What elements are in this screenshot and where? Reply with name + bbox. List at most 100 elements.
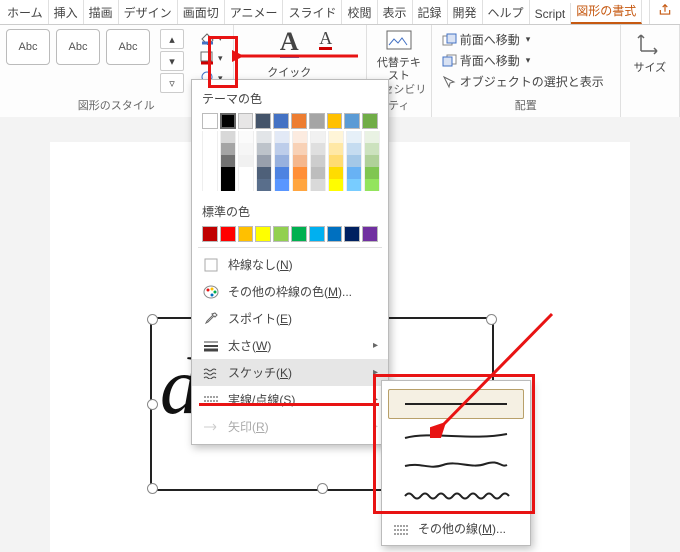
shade-swatch[interactable] <box>328 155 344 167</box>
text-outline-button[interactable]: A <box>319 29 332 50</box>
theme-swatch[interactable] <box>291 113 307 129</box>
theme-swatch[interactable] <box>309 113 325 129</box>
tab-review[interactable]: 校閲 <box>342 0 377 24</box>
tab-draw[interactable]: 描画 <box>84 0 119 24</box>
shade-swatch[interactable] <box>220 143 236 155</box>
shade-swatch[interactable] <box>256 167 272 179</box>
style-preset-2[interactable]: Abc <box>56 29 100 65</box>
shade-swatch[interactable] <box>238 155 254 167</box>
shade-swatch[interactable] <box>346 155 362 167</box>
tab-help[interactable]: ヘルプ <box>483 0 530 24</box>
shade-swatch[interactable] <box>274 143 290 155</box>
gallery-more-button[interactable]: ▿ <box>160 73 184 93</box>
sketch-option-curved[interactable] <box>388 421 524 449</box>
shape-outline-button[interactable]: ▾ <box>196 49 227 67</box>
shade-swatch[interactable] <box>202 131 218 143</box>
shade-swatch[interactable] <box>310 167 326 179</box>
shade-swatch[interactable] <box>256 179 272 191</box>
shade-swatch[interactable] <box>202 179 218 191</box>
shade-swatch[interactable] <box>346 167 362 179</box>
standard-swatch[interactable] <box>344 226 360 242</box>
shade-swatch[interactable] <box>256 143 272 155</box>
dashes-item[interactable]: 実線/点線(S)▸ <box>192 386 388 413</box>
standard-swatch[interactable] <box>291 226 307 242</box>
shade-swatch[interactable] <box>238 179 254 191</box>
selection-pane-button[interactable]: オブジェクトの選択と表示 <box>438 71 608 92</box>
theme-swatch[interactable] <box>238 113 254 129</box>
theme-swatch[interactable] <box>202 113 218 129</box>
eyedropper-item[interactable]: スポイト(E) <box>192 305 388 332</box>
shade-swatch[interactable] <box>292 143 308 155</box>
shade-swatch[interactable] <box>238 131 254 143</box>
standard-swatch[interactable] <box>255 226 271 242</box>
share-button[interactable] <box>649 0 680 24</box>
shade-swatch[interactable] <box>202 155 218 167</box>
shade-swatch[interactable] <box>274 179 290 191</box>
shade-swatch[interactable] <box>328 131 344 143</box>
sketch-option-scribble[interactable] <box>388 481 524 509</box>
shade-swatch[interactable] <box>328 179 344 191</box>
shade-swatch[interactable] <box>310 155 326 167</box>
shade-swatch[interactable] <box>346 179 362 191</box>
theme-swatch[interactable] <box>220 113 236 129</box>
shape-fill-button[interactable]: ▾ <box>196 29 227 47</box>
theme-swatch[interactable] <box>362 113 378 129</box>
shade-swatch[interactable] <box>220 179 236 191</box>
theme-swatch[interactable] <box>255 113 271 129</box>
shade-swatch[interactable] <box>220 167 236 179</box>
shade-swatch[interactable] <box>364 167 380 179</box>
tab-animations[interactable]: アニメー <box>225 0 284 24</box>
tab-design[interactable]: デザイン <box>119 0 178 24</box>
shade-swatch[interactable] <box>364 143 380 155</box>
shade-swatch[interactable] <box>202 167 218 179</box>
more-colors-item[interactable]: その他の枠線の色(M)... <box>192 278 388 305</box>
shade-swatch[interactable] <box>328 143 344 155</box>
style-preset-1[interactable]: Abc <box>6 29 50 65</box>
sketch-more-lines-item[interactable]: その他の線(M)... <box>388 513 524 539</box>
shade-swatch[interactable] <box>274 167 290 179</box>
shade-swatch[interactable] <box>364 155 380 167</box>
gallery-up-button[interactable]: ▴ <box>160 29 184 49</box>
standard-swatch[interactable] <box>273 226 289 242</box>
shade-swatch[interactable] <box>274 131 290 143</box>
text-fill-icon[interactable]: A <box>280 29 299 58</box>
shade-swatch[interactable] <box>292 167 308 179</box>
shade-swatch[interactable] <box>364 179 380 191</box>
standard-swatch[interactable] <box>327 226 343 242</box>
shade-swatch[interactable] <box>364 131 380 143</box>
tab-record[interactable]: 記録 <box>413 0 448 24</box>
shade-swatch[interactable] <box>202 143 218 155</box>
tab-developer[interactable]: 開発 <box>448 0 483 24</box>
shade-swatch[interactable] <box>292 179 308 191</box>
shade-swatch[interactable] <box>220 131 236 143</box>
shade-swatch[interactable] <box>346 143 362 155</box>
standard-swatch[interactable] <box>202 226 218 242</box>
tab-view[interactable]: 表示 <box>378 0 413 24</box>
shade-swatch[interactable] <box>256 131 272 143</box>
standard-swatch[interactable] <box>362 226 378 242</box>
tab-insert[interactable]: 挿入 <box>49 0 84 24</box>
shade-swatch[interactable] <box>274 155 290 167</box>
shade-swatch[interactable] <box>256 155 272 167</box>
alt-text-icon[interactable] <box>385 29 413 55</box>
tab-home[interactable]: ホーム <box>2 0 49 24</box>
tab-script[interactable]: Script <box>530 3 572 24</box>
shade-swatch[interactable] <box>346 131 362 143</box>
theme-swatch[interactable] <box>327 113 343 129</box>
shade-swatch[interactable] <box>310 179 326 191</box>
theme-swatch[interactable] <box>273 113 289 129</box>
tab-shape-format[interactable]: 図形の書式 <box>571 0 642 24</box>
sketch-item[interactable]: スケッチ(K)▸ <box>192 359 388 386</box>
tab-transitions[interactable]: 画面切 <box>178 0 225 24</box>
standard-swatch[interactable] <box>238 226 254 242</box>
send-backward-button[interactable]: 背面へ移動▾ <box>438 50 535 71</box>
weight-item[interactable]: 太さ(W)▸ <box>192 332 388 359</box>
shade-swatch[interactable] <box>238 143 254 155</box>
size-icon[interactable] <box>637 29 663 55</box>
shade-swatch[interactable] <box>310 131 326 143</box>
shade-swatch[interactable] <box>220 155 236 167</box>
standard-swatch[interactable] <box>309 226 325 242</box>
style-preset-3[interactable]: Abc <box>106 29 150 65</box>
sketch-option-freehand[interactable] <box>388 451 524 479</box>
theme-swatch[interactable] <box>344 113 360 129</box>
